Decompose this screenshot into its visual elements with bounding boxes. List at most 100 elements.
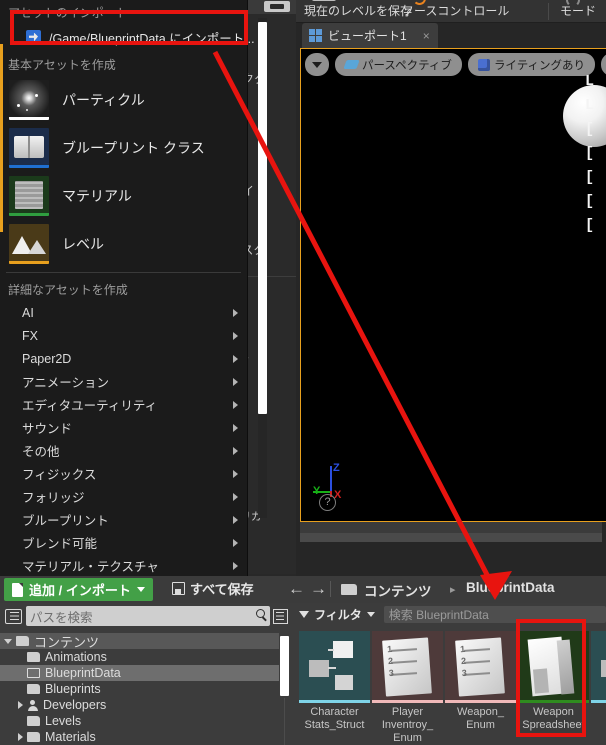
menu-item-advanced[interactable]: Paper2D	[0, 347, 247, 370]
breadcrumb-current[interactable]: BlueprintData	[466, 580, 555, 595]
tree-item-label: Materials	[45, 730, 96, 744]
perspective-icon	[343, 60, 360, 69]
submenu-arrow-icon	[233, 446, 238, 455]
save-all-button[interactable]: すべて保存	[172, 579, 254, 598]
viewport-grid-icon	[309, 29, 322, 42]
tree-item-materials[interactable]: Materials	[0, 729, 279, 745]
menu-item-label: アニメーション	[22, 376, 110, 390]
close-icon[interactable]: ×	[423, 29, 430, 43]
viewport-perspective-button[interactable]: パースペクティブ	[335, 53, 462, 76]
asset-tile[interactable]: 1 2 3 Weapon_ Enum	[445, 631, 516, 732]
menu-item-advanced[interactable]: アニメーション	[0, 370, 247, 393]
menu-item-label: サウンド	[22, 422, 73, 436]
menu-modes[interactable]: モード	[560, 0, 596, 23]
menu-item-label: パーティクル	[62, 92, 145, 108]
asset-tile-label: Player Inventroy_ Enum	[381, 706, 434, 744]
chevron-right-icon[interactable]	[18, 701, 23, 709]
viewport-edge-glyph: [	[585, 121, 595, 138]
level-thumb-icon	[9, 224, 49, 264]
menu-item-advanced[interactable]: AI	[0, 301, 247, 324]
toolbar-partial-icon	[264, 1, 290, 12]
menu-item-advanced[interactable]: FX	[0, 324, 247, 347]
folder-icon	[27, 732, 40, 742]
menu-item-advanced[interactable]: サウンド	[0, 416, 247, 439]
asset-tile[interactable]: Weapon Spreadsheet	[518, 631, 589, 732]
asset-tile[interactable]: W	[591, 631, 606, 719]
search-input[interactable]: パスを検索	[26, 606, 270, 626]
menu-separator	[6, 272, 241, 273]
menu-item-blueprint-class[interactable]: ブループリント クラス	[0, 124, 247, 172]
menu-item-advanced[interactable]: その他	[0, 439, 247, 462]
menu-item-level[interactable]: レベル	[0, 220, 247, 268]
filter-icon	[299, 611, 309, 618]
tab-viewport1[interactable]: ビューポート1 ×	[302, 23, 438, 48]
tree-item-levels[interactable]: Levels	[0, 713, 279, 729]
menu-item-material[interactable]: マテリアル	[0, 172, 247, 220]
filter-label[interactable]: フィルタ	[314, 606, 362, 623]
tree-item-label: Levels	[45, 714, 82, 728]
menu-source-control[interactable]: ソースコントロール	[402, 0, 509, 23]
import-icon	[26, 29, 41, 45]
viewport-show-button[interactable]: 表示	[601, 53, 606, 76]
nav-forward-button[interactable]: →	[310, 580, 327, 598]
particle-thumb-icon	[9, 80, 49, 120]
gizmo-z-axis	[330, 466, 332, 492]
menu-item-advanced[interactable]: マテリアル・テクスチャ	[0, 554, 247, 577]
asset-tile[interactable]: Character Stats_Struct	[299, 631, 370, 732]
tree-item-animations[interactable]: Animations	[0, 649, 279, 665]
menu-item-label: フィジックス	[22, 468, 97, 482]
add-import-button[interactable]: 追加 / インポート	[4, 578, 153, 601]
menu-save-current-level[interactable]: 現在のレベルを保存	[304, 0, 412, 23]
menu-item-label: FX	[22, 328, 38, 343]
help-icon[interactable]: ?	[319, 494, 336, 511]
background-scrollbar[interactable]	[258, 22, 267, 414]
collapse-icon[interactable]	[5, 608, 22, 624]
menu-item-advanced[interactable]: フォリッジ	[0, 485, 247, 508]
breadcrumb-root[interactable]: コンテンツ	[364, 580, 432, 600]
viewport-edge-glyph: [	[585, 169, 595, 186]
asset-tile[interactable]: 1 2 3 Player Inventroy_ Enum	[372, 631, 443, 745]
submenu-arrow-icon	[233, 400, 238, 409]
menu-item-advanced[interactable]: ブレンド可能	[0, 531, 247, 554]
lit-cube-icon	[477, 58, 490, 71]
chevron-down-icon[interactable]	[4, 638, 12, 644]
folder-icon	[27, 716, 40, 726]
submenu-arrow-icon	[233, 561, 238, 570]
asset-search-placeholder: 検索 BlueprintData	[388, 608, 489, 622]
chevron-right-icon[interactable]	[18, 733, 23, 741]
chevron-down-icon[interactable]	[366, 612, 375, 617]
content-browser: 追加 / インポート すべて保存 ← → コンテンツ ▸ BlueprintDa…	[0, 576, 606, 745]
menu-item-label: その他	[22, 445, 60, 459]
viewport-edge-glyph: [	[585, 217, 595, 234]
tree-scrollbar[interactable]	[280, 636, 289, 696]
list-view-icon[interactable]	[273, 608, 288, 624]
tab-label: ビューポート1	[328, 29, 407, 43]
chevron-down-icon	[136, 587, 145, 592]
menu-item-advanced[interactable]: ブループリント	[0, 508, 247, 531]
submenu-arrow-icon	[233, 354, 238, 363]
nav-back-button[interactable]: ←	[288, 580, 305, 598]
viewport-lit-button[interactable]: ライティングあり	[467, 53, 596, 76]
asset-grid-panel: フィルタ 検索 BlueprintData Character Stats_St…	[293, 603, 606, 745]
tree-item-label: コンテンツ	[34, 634, 100, 650]
viewport-options-button[interactable]	[305, 53, 329, 76]
menu-item-particle[interactable]: パーティクル	[0, 76, 247, 124]
menu-item-import-to-path[interactable]: /Game/BlueprintData にインポート...	[0, 24, 255, 50]
tree-item-blueprintdata[interactable]: BlueprintData	[0, 665, 279, 681]
viewport-status-bar2	[300, 533, 602, 542]
submenu-arrow-icon	[233, 331, 238, 340]
tree-item-blueprints[interactable]: Blueprints	[0, 681, 279, 697]
menu-bar: 現在のレベルを保存 ソースコントロール モード	[296, 0, 606, 23]
asset-type-bar	[445, 700, 516, 703]
tree-item-コンテンツ[interactable]: コンテンツ	[0, 633, 279, 650]
menu-item-label: フォリッジ	[22, 491, 85, 505]
menu-item-label: ブレンド可能	[22, 537, 98, 551]
menu-item-advanced[interactable]: フィジックス	[0, 462, 247, 485]
viewport-3d[interactable]: パースペクティブ ライティングあり 表示 L L [ [ [ [ [	[300, 48, 606, 522]
viewport-toolbar: パースペクティブ ライティングあり 表示	[305, 53, 606, 76]
menu-item-advanced[interactable]: エディタユーティリティ	[0, 393, 247, 416]
tree-item-developers[interactable]: Developers	[0, 697, 279, 713]
asset-tile-label: W	[591, 706, 606, 719]
asset-search-input[interactable]: 検索 BlueprintData	[383, 606, 606, 623]
person-icon	[27, 699, 38, 711]
